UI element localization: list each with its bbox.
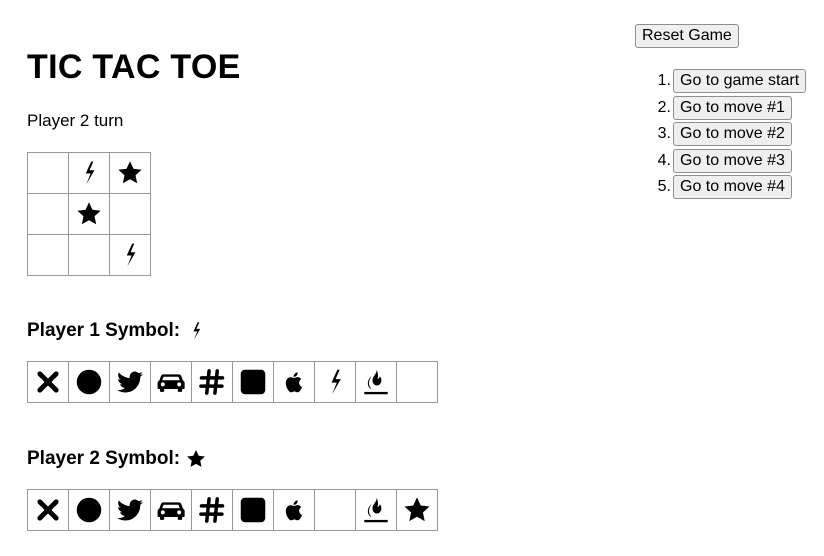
board-cell[interactable] (68, 234, 110, 276)
player1-symbol-label: Player 1 Symbol: (27, 320, 181, 341)
player1-symbol-heading: Player 1 Symbol: (27, 319, 206, 343)
apple-icon (285, 500, 303, 521)
player2-symbol-option-circle[interactable] (68, 489, 110, 531)
player1-symbol-option-fire[interactable] (355, 361, 397, 403)
go-to-move-button[interactable]: Go to move #2 (673, 122, 792, 147)
board-cell[interactable] (68, 152, 110, 194)
player1-current-symbol (186, 321, 206, 341)
board-cell[interactable] (109, 152, 151, 194)
board-cell[interactable] (109, 234, 151, 276)
board-cell[interactable] (109, 193, 151, 235)
player2-symbol-option-empty[interactable] (314, 489, 356, 531)
board-cell[interactable] (27, 152, 69, 194)
player2-symbol-option-hashtag[interactable] (191, 489, 233, 531)
car-icon (157, 374, 185, 392)
page-title: TIC TAC TOE (27, 48, 241, 86)
move-history-item: 3. Go to move #2 (635, 121, 806, 148)
go-to-move-button[interactable]: Go to move #4 (673, 175, 792, 200)
player2-symbol-option-apple[interactable] (273, 489, 315, 531)
times-icon (37, 499, 59, 521)
go-to-move-button[interactable]: Go to move #1 (673, 95, 792, 120)
player2-symbol-option-fire[interactable] (355, 489, 397, 531)
reset-game-button[interactable]: Reset Game (635, 24, 739, 48)
player2-symbol-option-square[interactable] (232, 489, 274, 531)
bolt-icon (126, 243, 136, 267)
hashtag-icon (199, 497, 225, 523)
fire-icon (364, 369, 388, 395)
star-icon (404, 497, 430, 522)
player2-symbol-label: Player 2 Symbol: (27, 448, 181, 469)
move-history-item: 2. Go to move #1 (635, 95, 806, 122)
page: TIC TAC TOE Player 2 turn Player 1 Symbo… (0, 0, 824, 556)
star-icon (118, 161, 142, 184)
star-icon (187, 450, 206, 467)
player2-symbol-heading: Player 2 Symbol: (27, 447, 206, 471)
player2-current-symbol (186, 449, 206, 469)
player1-symbol-option-car[interactable] (150, 361, 192, 403)
car-icon (157, 502, 185, 520)
bolt-icon (331, 369, 341, 395)
player1-symbol-option-apple[interactable] (273, 361, 315, 403)
player2-symbol-picker (27, 489, 438, 531)
game-board (27, 152, 151, 276)
move-number: 4. (657, 151, 671, 169)
player2-symbol-option-twitter[interactable] (109, 489, 151, 531)
move-number: 5. (657, 178, 671, 196)
board-cell[interactable] (68, 193, 110, 235)
square-icon (240, 497, 266, 523)
player1-symbol-picker (27, 361, 438, 403)
twitter-icon (117, 499, 143, 521)
player1-symbol-option-twitter[interactable] (109, 361, 151, 403)
player1-symbol-option-empty[interactable] (396, 361, 438, 403)
circle-icon (76, 497, 102, 523)
move-number: 3. (657, 125, 671, 143)
player2-symbol-option-star[interactable] (396, 489, 438, 531)
player1-symbol-option-hashtag[interactable] (191, 361, 233, 403)
player1-symbol-option-bolt[interactable] (314, 361, 356, 403)
player1-symbol-option-times[interactable] (27, 361, 69, 403)
player1-symbol-option-circle[interactable] (68, 361, 110, 403)
move-history-item: 5. Go to move #4 (635, 174, 806, 201)
player1-symbol-option-square[interactable] (232, 361, 274, 403)
square-icon (240, 369, 266, 395)
circle-icon (76, 369, 102, 395)
bolt-icon (193, 322, 201, 340)
hashtag-icon (199, 369, 225, 395)
player2-symbol-option-times[interactable] (27, 489, 69, 531)
bolt-icon (85, 161, 95, 185)
twitter-icon (117, 371, 143, 393)
move-history-list: 1. Go to game start 2. Go to move #1 3. … (635, 68, 807, 201)
apple-icon (285, 372, 303, 393)
board-cell[interactable] (27, 234, 69, 276)
player2-symbol-option-car[interactable] (150, 489, 192, 531)
go-to-move-button[interactable]: Go to game start (673, 69, 807, 94)
board-cell[interactable] (27, 193, 69, 235)
go-to-move-button[interactable]: Go to move #3 (673, 148, 792, 173)
star-icon (77, 202, 101, 225)
fire-icon (364, 497, 388, 523)
times-icon (37, 371, 59, 393)
move-history-item: 1. Go to game start (635, 68, 807, 95)
turn-status: Player 2 turn (27, 111, 124, 130)
move-history-item: 4. Go to move #3 (635, 148, 806, 175)
move-number: 1. (657, 72, 671, 90)
move-number: 2. (657, 98, 671, 116)
